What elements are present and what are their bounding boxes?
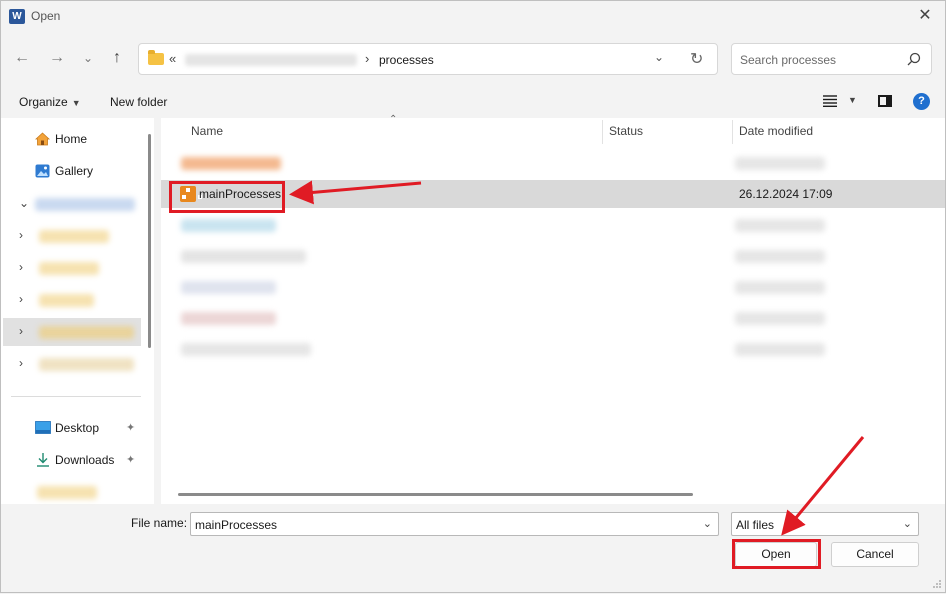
blurred-date [735, 157, 825, 170]
file-row[interactable] [161, 273, 945, 301]
overflow-chevron-icon[interactable]: « [169, 51, 176, 66]
blurred-date [735, 219, 825, 232]
open-highlight-box [732, 539, 821, 569]
expand-chevron-icon[interactable]: › [19, 260, 23, 274]
column-header-name[interactable]: Name [191, 124, 223, 138]
column-header-status[interactable]: Status [609, 124, 643, 138]
sidebar-item-label: Home [55, 132, 88, 146]
organize-label: Organize [19, 95, 68, 109]
blurred-date [735, 312, 825, 325]
preview-pane-icon[interactable] [878, 95, 892, 107]
pin-icon[interactable]: ✦ [126, 421, 135, 434]
recent-locations-chevron-icon[interactable]: ⌄ [78, 48, 98, 68]
column-divider[interactable] [602, 120, 603, 144]
address-dropdown-icon[interactable]: ⌄ [654, 50, 664, 64]
sidebar-item-label: Downloads [55, 453, 115, 467]
file-row[interactable] [161, 335, 945, 363]
address-bar[interactable]: « › processes ⌄ ↻ [138, 43, 718, 75]
blurred-breadcrumb [185, 54, 357, 66]
file-row[interactable] [161, 304, 945, 332]
blurred-date [735, 281, 825, 294]
blurred-sidebar-item[interactable] [39, 326, 134, 339]
blurred-file-name [181, 312, 276, 325]
breadcrumb-separator-icon[interactable]: › [365, 51, 369, 66]
blurred-file-name [181, 343, 311, 356]
file-row[interactable] [161, 149, 945, 177]
new-folder-button[interactable]: New folder [110, 95, 167, 109]
view-dropdown-icon[interactable]: ▼ [848, 95, 857, 105]
close-icon[interactable]: ✕ [913, 5, 937, 27]
sidebar-divider [11, 396, 141, 397]
file-name-value: mainProcesses [195, 518, 278, 532]
column-divider[interactable] [732, 120, 733, 144]
navigation-pane: Home Gallery ⌄ › › › › › Desktop ✦ Downl… [1, 118, 154, 504]
blurred-sidebar-item[interactable] [39, 358, 134, 371]
file-name-label: File name: [131, 516, 188, 530]
blurred-sidebar-item[interactable] [39, 262, 99, 275]
pin-icon[interactable]: ✦ [126, 453, 135, 466]
organize-menu[interactable]: Organize ▼ [19, 95, 81, 109]
sort-ascending-icon: ⌃ [389, 114, 398, 125]
file-name-dropdown-icon[interactable]: ⌄ [703, 517, 712, 530]
blurred-date [735, 343, 825, 356]
help-icon[interactable]: ? [913, 93, 930, 110]
sidebar-item-desktop[interactable]: Desktop ✦ [1, 415, 141, 441]
blurred-file-name [181, 219, 276, 232]
folder-icon [148, 50, 164, 65]
file-row[interactable] [161, 242, 945, 270]
breadcrumb-current-folder[interactable]: processes [379, 53, 434, 67]
file-row-selected[interactable]: mainProcesses 26.12.2024 17:09 [161, 180, 945, 213]
search-input[interactable]: Search processes [731, 43, 932, 75]
file-date-modified: 26.12.2024 17:09 [739, 187, 833, 201]
cancel-button[interactable]: Cancel [831, 542, 919, 567]
file-type-value: All files [736, 518, 775, 532]
expand-chevron-icon[interactable]: › [19, 356, 23, 370]
blurred-sidebar-item[interactable] [35, 198, 135, 211]
title-bar: W Open ✕ [1, 1, 945, 32]
sidebar-item-label: Gallery [55, 164, 94, 178]
download-icon [37, 453, 49, 467]
view-options-icon[interactable] [823, 95, 837, 107]
sidebar-item-home[interactable]: Home [1, 126, 141, 152]
forward-arrow-icon[interactable]: → [47, 48, 67, 68]
word-icon: W [9, 9, 27, 24]
sidebar-scrollbar[interactable] [148, 134, 151, 348]
file-list: ⌃ Name Status Date modified mainProcesse… [161, 114, 945, 504]
blurred-sidebar-item[interactable] [39, 294, 94, 307]
resize-grip-icon[interactable] [932, 579, 942, 589]
column-header-date-modified[interactable]: Date modified [739, 124, 813, 138]
open-file-dialog: W Open ✕ ← → ⌄ ↑ « › processes ⌄ ↻ Searc… [0, 0, 946, 593]
search-placeholder: Search processes [740, 53, 837, 67]
desktop-icon [35, 421, 51, 434]
organize-caret-icon: ▼ [71, 98, 81, 108]
gallery-icon [35, 164, 50, 178]
home-icon [35, 132, 50, 146]
blurred-sidebar-item[interactable] [37, 486, 97, 499]
up-arrow-icon[interactable]: ↑ [107, 48, 127, 68]
sidebar-item-downloads[interactable]: Downloads ✦ [1, 447, 141, 473]
blurred-file-name [181, 281, 276, 294]
horizontal-scrollbar[interactable] [178, 493, 693, 496]
expand-chevron-icon[interactable]: › [19, 324, 23, 338]
window-title: Open [31, 9, 61, 23]
expand-chevron-icon[interactable]: › [19, 292, 23, 306]
blurred-date [735, 250, 825, 263]
search-icon [907, 52, 921, 66]
back-arrow-icon[interactable]: ← [12, 48, 32, 68]
file-name-input[interactable]: mainProcesses ⌄ [190, 512, 719, 536]
blurred-file-name [181, 157, 281, 170]
highlight-box [169, 181, 285, 213]
collapse-chevron-icon[interactable]: ⌄ [19, 196, 29, 210]
file-type-select[interactable]: All files ⌄ [731, 512, 919, 536]
refresh-icon[interactable]: ↻ [690, 49, 703, 69]
expand-chevron-icon[interactable]: › [19, 228, 23, 242]
file-type-dropdown-icon[interactable]: ⌄ [903, 517, 912, 530]
file-row[interactable] [161, 211, 945, 239]
sidebar-item-label: Desktop [55, 421, 100, 435]
blurred-sidebar-item[interactable] [39, 230, 109, 243]
blurred-file-name [181, 250, 306, 263]
sidebar-item-gallery[interactable]: Gallery [1, 158, 141, 184]
